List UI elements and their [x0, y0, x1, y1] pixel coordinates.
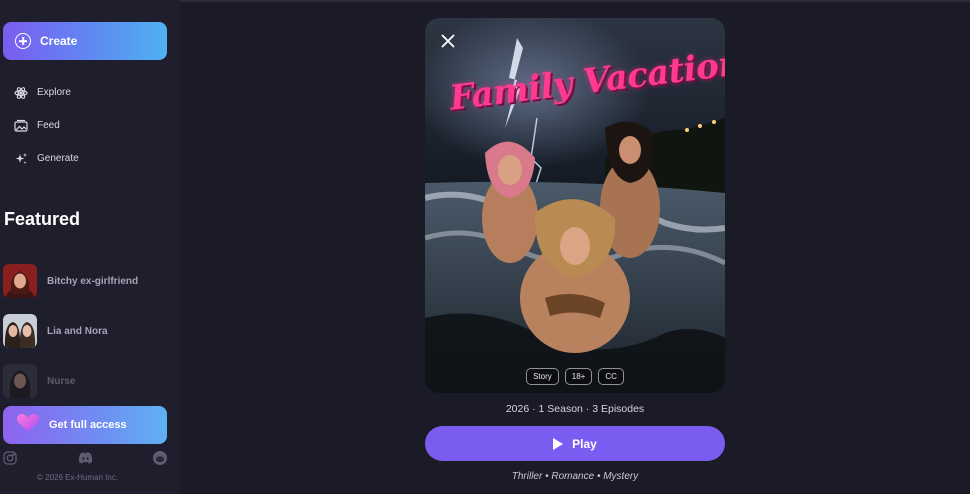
play-label: Play [572, 436, 597, 451]
play-button[interactable]: Play [425, 426, 725, 461]
story-meta: 2026 · 1 Season · 3 Episodes [505, 403, 645, 415]
sidebar-item-generate[interactable]: Generate [14, 142, 79, 175]
sidebar-item-feed[interactable]: Feed [14, 109, 79, 142]
sidebar-nav: Explore Feed Generate [14, 76, 79, 175]
tag-story: Story [526, 368, 559, 385]
sidebar-item-explore[interactable]: Explore [14, 76, 79, 109]
play-icon [553, 437, 564, 450]
tag-rating: 18+ [564, 368, 593, 385]
close-button[interactable] [435, 28, 461, 54]
discord-icon[interactable] [78, 451, 93, 465]
featured-heading: Featured [4, 209, 81, 229]
sidebar: Create Explore Feed Generate Featured Bi… [0, 0, 180, 494]
featured-item-nurse[interactable]: Nurse [3, 356, 138, 406]
get-full-access-label: Get full access [49, 419, 127, 431]
create-button[interactable]: Create [3, 22, 167, 60]
close-icon [441, 34, 455, 48]
poster-tags: Story 18+ CC [425, 368, 725, 385]
sidebar-item-label: Explore [37, 87, 71, 98]
featured-item-name: Bitchy ex-girlfriend [47, 275, 139, 287]
featured-item-lia-and-nora[interactable]: Lia and Nora [3, 306, 138, 356]
featured-item-name: Nurse [47, 375, 76, 387]
avatar [3, 364, 37, 398]
get-full-access-button[interactable]: Get full access [3, 406, 167, 444]
featured-list: Bitchy ex-girlfriend Lia and Nora Nurse [3, 256, 138, 406]
instagram-icon[interactable] [3, 451, 17, 465]
social-links [3, 451, 167, 467]
avatar [3, 314, 37, 348]
copyright: © 2026 Ex-Human Inc. [37, 473, 119, 482]
sparkles-icon [14, 152, 28, 166]
story-poster: Family Vacation Story 18+ CC [425, 18, 725, 393]
avatar [3, 264, 37, 298]
atom-icon [14, 86, 28, 100]
genres: Thriller • Romance • Mystery [511, 471, 639, 482]
plus-circle-icon [15, 33, 31, 49]
sidebar-item-label: Generate [37, 153, 79, 164]
reddit-icon[interactable] [153, 451, 167, 465]
featured-item-bitchy-ex-girlfriend[interactable]: Bitchy ex-girlfriend [3, 256, 138, 306]
tag-captions: CC [598, 368, 624, 385]
featured-item-name: Lia and Nora [47, 325, 108, 337]
heart-icon [17, 413, 39, 437]
sidebar-item-label: Feed [37, 120, 60, 131]
feed-icon [14, 119, 28, 133]
create-label: Create [40, 34, 78, 48]
